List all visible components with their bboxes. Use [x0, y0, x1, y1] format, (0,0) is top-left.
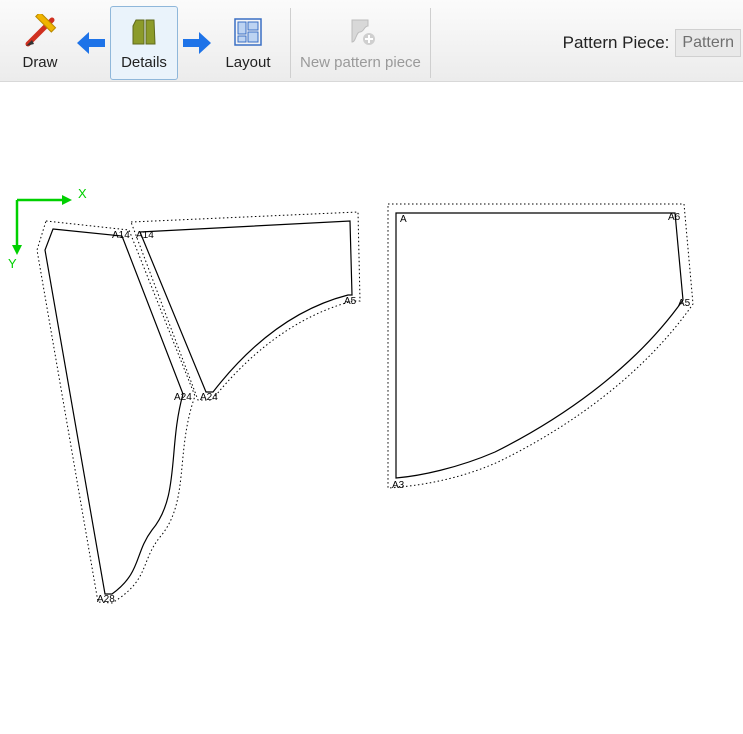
pattern-piece-value: Pattern [682, 34, 734, 51]
mode-group: Draw Details [2, 4, 286, 81]
mode-next-button[interactable] [180, 6, 214, 80]
pattern-piece-left[interactable]: A14 A24 A28 [37, 221, 195, 605]
draw-button[interactable]: Draw [6, 6, 74, 80]
mode-switch-arrows: Details [74, 6, 214, 80]
arrow-left-icon [75, 27, 107, 59]
svg-text:A14: A14 [112, 230, 130, 241]
toolbar-separator [290, 8, 291, 78]
pattern-piece-middle[interactable]: A14 A5 A24 [131, 212, 360, 403]
svg-text:A3: A3 [392, 480, 405, 491]
piece-group: New pattern piece [295, 4, 426, 81]
svg-text:A: A [400, 214, 407, 225]
axis-y-label: Y [8, 256, 17, 271]
svg-text:A28: A28 [97, 594, 115, 605]
pencil-cross-icon [22, 14, 58, 50]
toolbar-separator-2 [430, 8, 431, 78]
pattern-piece-label: Pattern Piece: [563, 33, 676, 53]
svg-text:A6: A6 [668, 212, 681, 223]
axes-gizmo: X Y [8, 186, 87, 271]
layout-button[interactable]: Layout [214, 6, 282, 80]
svg-text:A14: A14 [136, 230, 154, 241]
svg-text:A5: A5 [344, 296, 357, 307]
details-button[interactable]: Details [110, 6, 178, 80]
details-label: Details [121, 54, 167, 71]
pattern-piece-right[interactable]: A A6 A5 A3 [388, 204, 693, 491]
layout-icon [230, 14, 266, 50]
toolbar: Draw Details [0, 0, 743, 82]
axis-x-label: X [78, 186, 87, 201]
pattern-details-icon [126, 14, 162, 50]
draw-label: Draw [22, 54, 57, 71]
mode-prev-button[interactable] [74, 6, 108, 80]
arrow-right-icon [181, 27, 213, 59]
new-pattern-piece-button: New pattern piece [299, 6, 422, 80]
new-piece-label: New pattern piece [300, 54, 421, 71]
layout-label: Layout [225, 54, 270, 71]
new-piece-icon [342, 14, 378, 50]
pattern-piece-combo[interactable]: Pattern [675, 29, 741, 57]
drawing-canvas[interactable]: X Y A14 A24 A28 A14 A5 A24 A A6 A5 A3 [0, 82, 743, 734]
svg-text:A24: A24 [200, 392, 218, 403]
svg-text:A24: A24 [174, 392, 192, 403]
svg-text:A5: A5 [678, 298, 691, 309]
